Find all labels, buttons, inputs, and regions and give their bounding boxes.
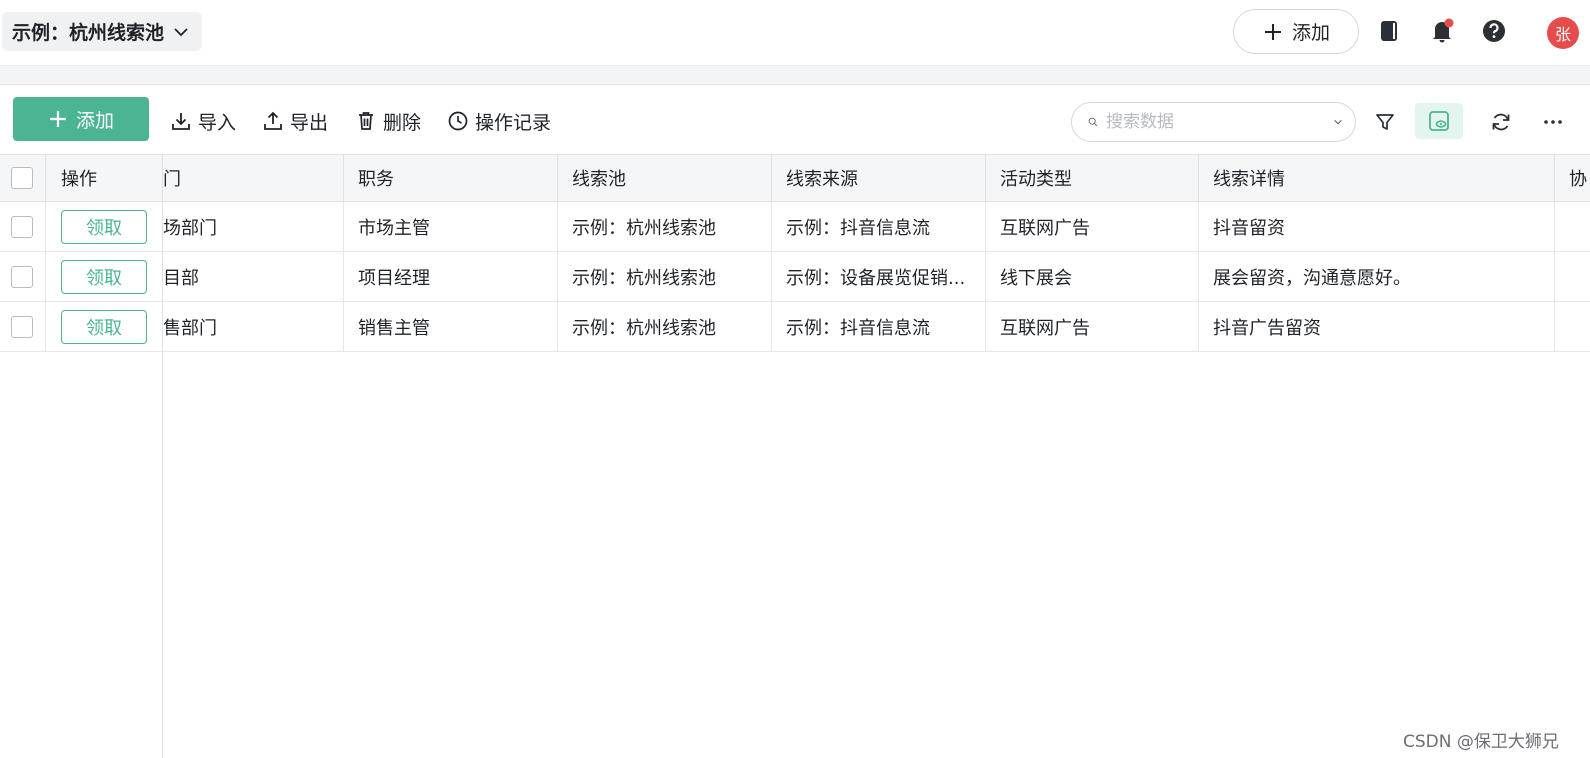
header-position[interactable]: 职务 bbox=[344, 155, 558, 201]
cell-partial bbox=[1555, 202, 1590, 251]
header-partial[interactable]: 协 bbox=[1555, 155, 1590, 201]
header-activity[interactable]: 活动类型 bbox=[986, 155, 1199, 201]
row-select-cell bbox=[0, 252, 46, 301]
history-label: 操作记录 bbox=[475, 111, 552, 134]
add-button-label: 添加 bbox=[75, 109, 114, 132]
filter-icon[interactable] bbox=[1368, 105, 1402, 139]
cell-partial bbox=[1555, 252, 1590, 301]
cell-activity: 互联网广告 bbox=[986, 202, 1199, 251]
delete-button[interactable]: 删除 bbox=[355, 107, 421, 135]
upload-icon bbox=[264, 111, 282, 130]
row-action-cell: 领取 bbox=[46, 202, 163, 251]
row-select-cell bbox=[0, 202, 46, 251]
cell-details: 展会留资，沟通意愿好。 bbox=[1199, 252, 1555, 301]
add-button[interactable]: 添加 bbox=[13, 97, 149, 141]
download-icon bbox=[172, 113, 190, 130]
header-details[interactable]: 线索详情 bbox=[1199, 155, 1555, 201]
top-add-button[interactable]: 添加 bbox=[1233, 9, 1359, 54]
more-icon[interactable] bbox=[1536, 105, 1570, 139]
row-action-cell: 领取 bbox=[46, 302, 163, 351]
table-row: 领取 售部门 销售主管 示例：杭州线索池 示例：抖音信息流 互联网广告 抖音广告… bbox=[0, 302, 1590, 352]
table-row: 领取 场部门 市场主管 示例：杭州线索池 示例：抖音信息流 互联网广告 抖音留资 bbox=[0, 202, 1590, 252]
search-icon bbox=[1088, 117, 1098, 127]
refresh-icon[interactable] bbox=[1484, 105, 1518, 139]
header-source[interactable]: 线索来源 bbox=[772, 155, 986, 201]
bell-icon[interactable] bbox=[1428, 17, 1456, 45]
row-action-cell: 领取 bbox=[46, 252, 163, 301]
cell-activity: 互联网广告 bbox=[986, 302, 1199, 351]
pool-selector[interactable]: 示例：杭州线索池 bbox=[2, 12, 203, 51]
claim-button[interactable]: 领取 bbox=[61, 309, 147, 344]
pool-selector-label: 示例：杭州线索池 bbox=[12, 22, 165, 44]
watermark: CSDN @保卫大狮兄 bbox=[1403, 732, 1559, 752]
export-button[interactable]: 导出 bbox=[262, 107, 328, 135]
frozen-column-divider bbox=[162, 202, 163, 758]
top-header: 示例：杭州线索池 添加 张 bbox=[0, 0, 1590, 65]
section-divider bbox=[0, 65, 1590, 85]
search-input[interactable] bbox=[1106, 112, 1325, 132]
chevron-down-icon[interactable] bbox=[1333, 113, 1343, 131]
cell-position: 市场主管 bbox=[344, 202, 558, 251]
book-icon[interactable] bbox=[1375, 17, 1403, 45]
view-toggle-icon[interactable] bbox=[1415, 103, 1463, 139]
row-checkbox[interactable] bbox=[11, 265, 33, 288]
cell-position: 销售主管 bbox=[344, 302, 558, 351]
cell-pool: 示例：杭州线索池 bbox=[558, 302, 772, 351]
export-label: 导出 bbox=[290, 111, 329, 134]
cell-position: 项目经理 bbox=[344, 252, 558, 301]
data-table: 操作 门 职务 线索池 线索来源 活动类型 线索详情 协 领取 场部门 市场主管… bbox=[0, 154, 1590, 758]
row-checkbox[interactable] bbox=[11, 215, 33, 238]
cell-dept: 售部门 bbox=[163, 302, 344, 351]
header-select-all-cell bbox=[0, 155, 46, 201]
row-checkbox[interactable] bbox=[11, 315, 33, 338]
cell-details: 抖音广告留资 bbox=[1199, 302, 1555, 351]
cell-details: 抖音留资 bbox=[1199, 202, 1555, 251]
delete-label: 删除 bbox=[383, 111, 422, 134]
select-all-checkbox[interactable] bbox=[11, 167, 33, 189]
history-button[interactable]: 操作记录 bbox=[447, 107, 551, 135]
trash-icon bbox=[359, 112, 373, 130]
cell-activity: 线下展会 bbox=[986, 252, 1199, 301]
top-add-label: 添加 bbox=[1291, 22, 1330, 44]
cell-dept: 场部门 bbox=[163, 202, 344, 251]
header-action: 操作 bbox=[46, 155, 163, 201]
cell-source: 示例：抖音信息流 bbox=[772, 302, 986, 351]
import-button[interactable]: 导入 bbox=[170, 107, 236, 135]
cell-source: 示例：抖音信息流 bbox=[772, 202, 986, 251]
cell-pool: 示例：杭州线索池 bbox=[558, 202, 772, 251]
row-select-cell bbox=[0, 302, 46, 351]
cell-source: 示例：设备展览促销... bbox=[772, 252, 986, 301]
header-dept[interactable]: 门 bbox=[163, 155, 344, 201]
plus-icon bbox=[1264, 23, 1281, 40]
table-header: 操作 门 职务 线索池 线索来源 活动类型 线索详情 协 bbox=[0, 154, 1590, 202]
cell-dept: 目部 bbox=[163, 252, 344, 301]
avatar[interactable]: 张 bbox=[1547, 17, 1579, 49]
claim-button[interactable]: 领取 bbox=[61, 259, 147, 294]
plus-icon bbox=[49, 111, 66, 127]
chevron-down-icon bbox=[174, 27, 188, 36]
notification-dot bbox=[1444, 18, 1454, 28]
claim-button[interactable]: 领取 bbox=[61, 209, 147, 244]
table-row: 领取 目部 项目经理 示例：杭州线索池 示例：设备展览促销... 线下展会 展会… bbox=[0, 252, 1590, 302]
cell-pool: 示例：杭州线索池 bbox=[558, 252, 772, 301]
cell-partial bbox=[1555, 302, 1590, 351]
header-pool[interactable]: 线索池 bbox=[558, 155, 772, 201]
help-icon[interactable] bbox=[1480, 17, 1508, 45]
clock-icon bbox=[448, 111, 468, 131]
toolbar: 添加 导入 导出 删除 操作记录 bbox=[0, 86, 1590, 154]
import-label: 导入 bbox=[198, 111, 237, 134]
search-box[interactable] bbox=[1071, 102, 1356, 142]
